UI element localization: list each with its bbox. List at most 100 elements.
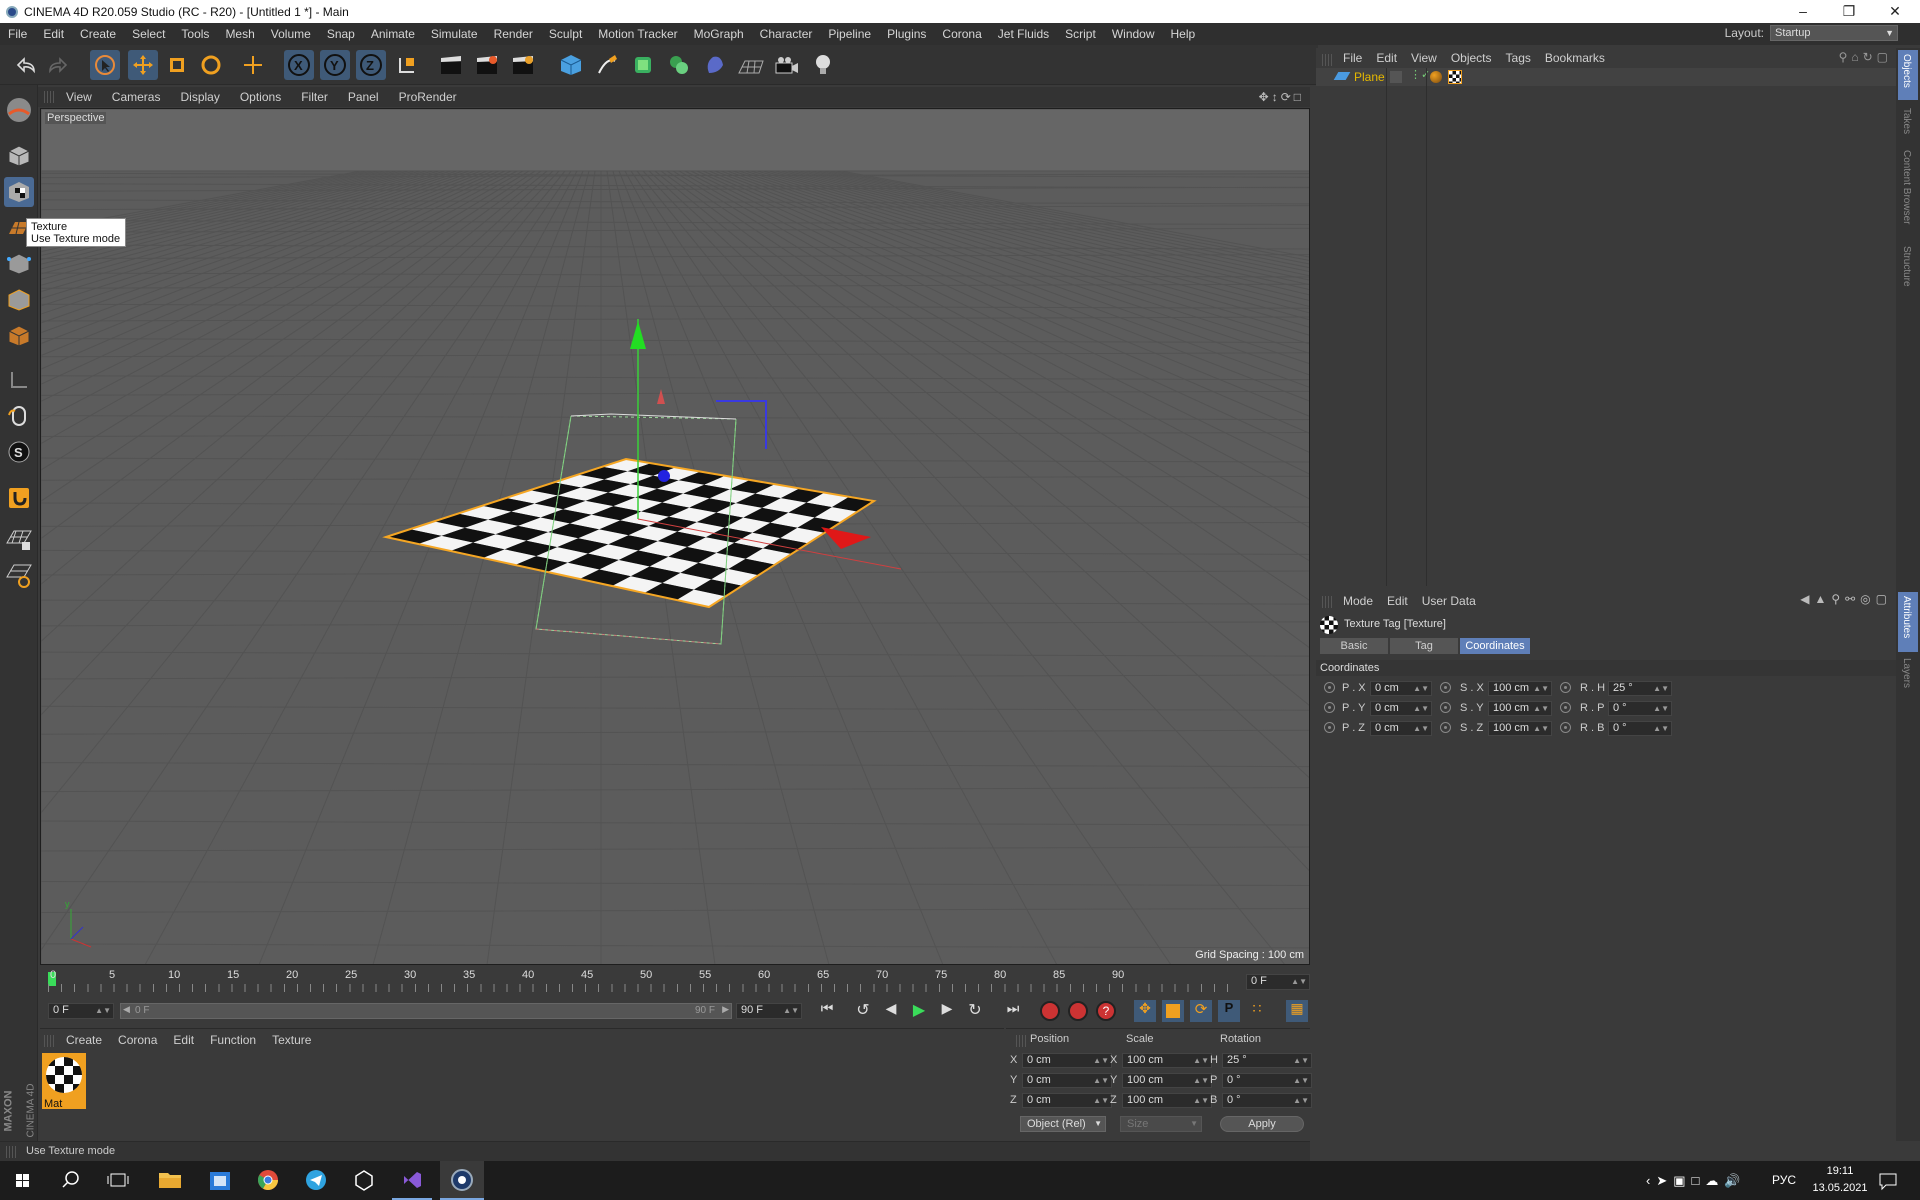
points-mode-button[interactable] [4, 249, 34, 279]
clock-time[interactable]: 19:11 [1820, 1165, 1860, 1177]
pos-y-field[interactable]: 0 cm ▲▼ [1022, 1073, 1112, 1088]
scale-tool-button[interactable] [162, 50, 192, 80]
size-mode-select[interactable]: Size ▼ [1120, 1116, 1202, 1132]
perspective-viewport[interactable]: y Perspective Grid Spacing : 100 cm [40, 108, 1310, 965]
animate-radio[interactable] [1440, 722, 1451, 733]
camera-button[interactable] [772, 50, 802, 80]
menu-render[interactable]: Render [486, 27, 541, 41]
menu-volume[interactable]: Volume [263, 27, 319, 41]
scale-y-field[interactable]: 100 cm ▲▼ [1122, 1073, 1212, 1088]
tweak-mode-button[interactable] [4, 401, 34, 431]
language-indicator[interactable]: РУС [1772, 1173, 1796, 1187]
object-name-plane[interactable]: Plane [1354, 70, 1385, 84]
clock-date[interactable]: 13.05.2021 [1806, 1182, 1874, 1194]
goto-start-button[interactable]: ⏮ [816, 1000, 838, 1022]
cube-button[interactable] [556, 50, 586, 80]
viewport-nav-icons[interactable]: ✥↕⟳□ [1259, 90, 1304, 104]
phong-tag-icon[interactable] [1430, 71, 1442, 83]
animate-radio[interactable] [1440, 702, 1451, 713]
coordinate-system-button[interactable] [392, 50, 422, 80]
viewport-menu-panel[interactable]: Panel [338, 90, 389, 104]
restore-button[interactable]: ❐ [1826, 0, 1872, 23]
am-menu-edit[interactable]: Edit [1380, 594, 1415, 608]
viewport-menu-view[interactable]: View [56, 90, 102, 104]
panel-grip[interactable] [44, 91, 54, 103]
sy-field[interactable]: 100 cm ▲▼ [1488, 701, 1552, 716]
vtab-objects[interactable]: Objects [1898, 50, 1918, 100]
material-menu-function[interactable]: Function [202, 1033, 264, 1047]
om-menu-edit[interactable]: Edit [1369, 51, 1404, 65]
tab-basic[interactable]: Basic [1320, 638, 1388, 654]
menu-motion-tracker[interactable]: Motion Tracker [590, 27, 685, 41]
apply-button[interactable]: Apply [1220, 1116, 1304, 1132]
key-rotation-button[interactable]: ⟳ [1190, 1000, 1212, 1022]
menu-script[interactable]: Script [1057, 27, 1104, 41]
menu-jet-fluids[interactable]: Jet Fluids [990, 27, 1057, 41]
subdivision-surface-button[interactable] [628, 50, 658, 80]
material-menu-edit[interactable]: Edit [165, 1033, 202, 1047]
start-button[interactable] [0, 1161, 46, 1200]
om-menu-objects[interactable]: Objects [1444, 51, 1499, 65]
deformer-button[interactable] [700, 50, 730, 80]
task-view-button[interactable] [96, 1161, 140, 1200]
y-axis-button[interactable]: Y [320, 50, 350, 80]
model-mode-button[interactable] [4, 141, 34, 171]
workplane-lock-button[interactable] [4, 525, 34, 555]
sx-field[interactable]: 100 cm ▲▼ [1488, 681, 1552, 696]
edges-mode-button[interactable] [4, 285, 34, 315]
menu-simulate[interactable]: Simulate [423, 27, 486, 41]
taskbar-telegram[interactable] [296, 1161, 336, 1200]
menu-snap[interactable]: Snap [319, 27, 363, 41]
taskbar-store[interactable] [200, 1161, 240, 1200]
start-frame-field[interactable]: 0 F ▲▼ [48, 1003, 114, 1019]
material-menu-corona[interactable]: Corona [110, 1033, 165, 1047]
tab-tag[interactable]: Tag [1390, 638, 1458, 654]
last-tool-button[interactable] [238, 50, 268, 80]
polygons-mode-button[interactable] [4, 321, 34, 351]
pen-button[interactable] [592, 50, 622, 80]
key-parameter-button[interactable]: P [1218, 1000, 1240, 1022]
material-menu-texture[interactable]: Texture [264, 1033, 319, 1047]
render-picture-viewer-button[interactable] [472, 50, 502, 80]
menu-sculpt[interactable]: Sculpt [541, 27, 590, 41]
animate-radio[interactable] [1440, 682, 1451, 693]
scale-z-field[interactable]: 100 cm ▲▼ [1122, 1093, 1212, 1108]
am-menu-mode[interactable]: Mode [1336, 594, 1380, 608]
texture-tag-icon[interactable] [1448, 70, 1462, 84]
light-button[interactable] [808, 50, 838, 80]
panel-grip[interactable] [1016, 1035, 1026, 1047]
snap-button[interactable] [4, 483, 34, 513]
end-frame-field[interactable]: 90 F ▲▼ [736, 1003, 802, 1019]
vtab-layers[interactable]: Layers [1898, 656, 1918, 696]
taskbar-explorer[interactable] [150, 1161, 190, 1200]
rot-p-field[interactable]: 0 ° ▲▼ [1222, 1073, 1312, 1088]
menu-select[interactable]: Select [124, 27, 173, 41]
scale-x-field[interactable]: 100 cm ▲▼ [1122, 1053, 1212, 1068]
taskbar-unity[interactable] [344, 1161, 384, 1200]
live-selection-button[interactable] [90, 50, 120, 80]
timeline-track[interactable]: 0 5 10 15 20 25 30 35 40 45 50 55 60 65 70 75 80 85 90 [48, 968, 1240, 992]
current-frame-field[interactable]: 0 F ▲▼ [1246, 974, 1310, 990]
animate-radio[interactable] [1560, 682, 1571, 693]
panel-grip[interactable] [1322, 596, 1332, 608]
menu-mesh[interactable]: Mesh [217, 27, 262, 41]
rot-h-field[interactable]: 25 ° ▲▼ [1222, 1053, 1312, 1068]
render-settings-button[interactable] [508, 50, 538, 80]
rotate-tool-button[interactable] [196, 50, 226, 80]
close-button[interactable]: ✕ [1872, 0, 1918, 23]
goto-end-button[interactable]: ⏭ [1002, 1000, 1024, 1022]
key-pla-button[interactable]: ∷ [1246, 1000, 1268, 1022]
tab-coordinates[interactable]: Coordinates [1460, 638, 1530, 654]
timeline-ruler[interactable]: 0 5 10 15 20 25 30 35 40 45 50 55 60 65 70 75 80 85 90 0 F… [40, 966, 1310, 996]
render-view-button[interactable] [436, 50, 466, 80]
next-frame-button[interactable]: ▶ [936, 1000, 958, 1022]
keyframe-selection-button[interactable]: ? [1096, 1001, 1116, 1021]
coordinate-mode-select[interactable]: Object (Rel) ▼ [1020, 1116, 1106, 1132]
floor-button[interactable] [736, 50, 766, 80]
viewport-menu-prorender[interactable]: ProRender [389, 90, 467, 104]
taskbar-chrome[interactable] [248, 1161, 288, 1200]
am-nav-icons[interactable]: ◀▲⚲⚯◎▢ [1800, 592, 1892, 606]
prev-key-button[interactable]: ↺ [852, 1000, 874, 1022]
workplane-align-button[interactable] [4, 561, 34, 591]
animate-radio[interactable] [1324, 682, 1335, 693]
